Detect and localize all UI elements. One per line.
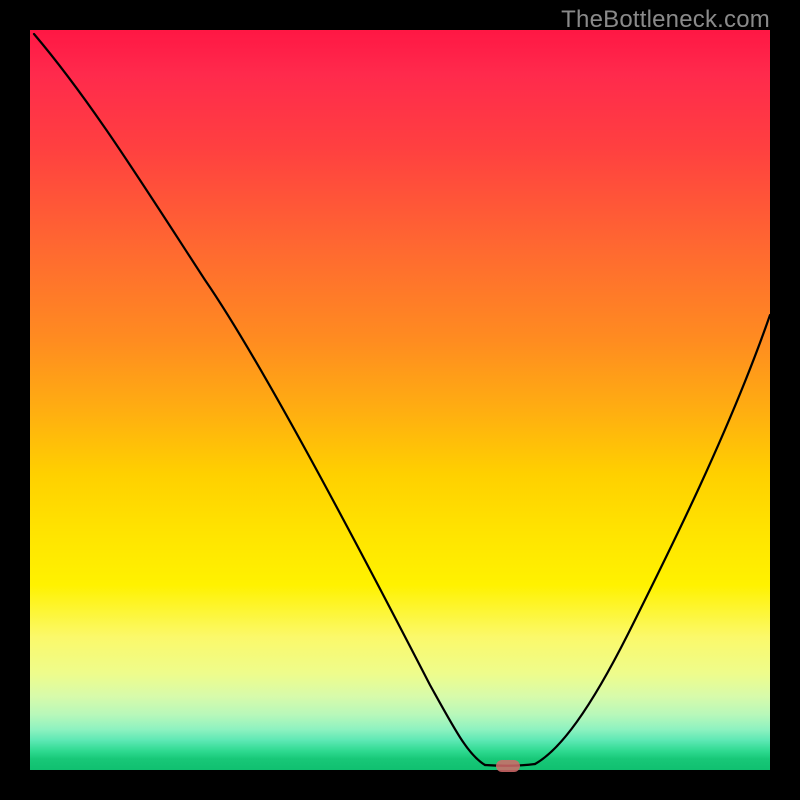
chart-gradient-background [30, 30, 770, 770]
optimum-marker [496, 760, 520, 772]
watermark-text: TheBottleneck.com [561, 6, 770, 34]
chart-frame: TheBottleneck.com [0, 0, 800, 800]
bottleneck-curve [30, 30, 770, 770]
